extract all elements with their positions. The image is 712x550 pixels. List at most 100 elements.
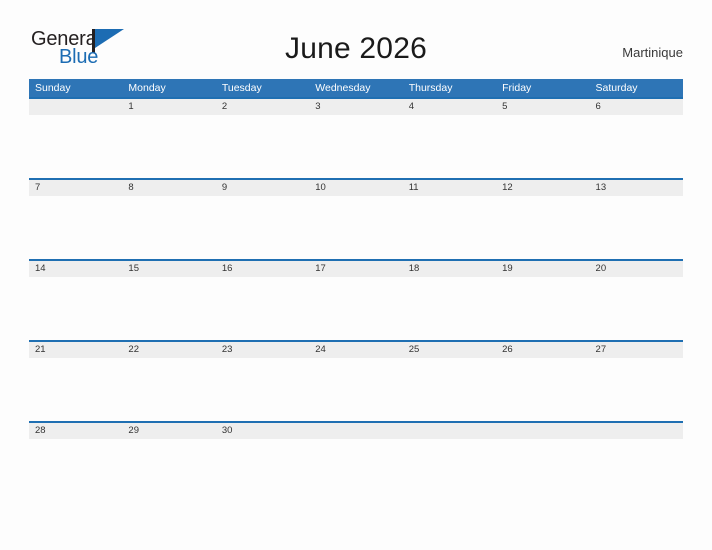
day-cell[interactable]: 23 [215,341,310,422]
calendar-week-row: 1 2 3 4 5 6 [29,97,683,178]
day-events-area[interactable] [216,439,309,503]
day-events-area[interactable] [590,439,683,503]
day-number-band [496,422,590,439]
calendar-week-row: 21 22 23 24 25 26 27 [29,340,683,421]
day-number: 25 [408,343,420,355]
day-cell[interactable] [589,422,683,503]
day-cell[interactable]: 26 [496,341,590,422]
day-cell[interactable] [402,422,497,503]
day-events-area[interactable] [590,277,683,341]
day-cell[interactable]: 27 [589,341,683,422]
weekday-header-monday: Monday [128,82,166,94]
day-number: 6 [595,100,601,112]
day-number: 12 [502,181,513,193]
day-cell[interactable] [309,422,403,503]
day-cell[interactable]: 14 [29,260,123,341]
day-events-area[interactable] [403,196,496,260]
day-events-area[interactable] [216,115,309,179]
weekday-header-tuesday: Tuesday [221,82,262,94]
day-events-area[interactable] [496,277,589,341]
day-events-area[interactable] [496,115,589,179]
day-number: 26 [502,343,513,355]
day-events-area[interactable] [216,196,309,260]
day-number: 1 [128,100,134,112]
day-cell[interactable] [496,422,590,503]
day-number: 13 [595,181,607,193]
day-events-area[interactable] [122,115,215,179]
day-number: 4 [408,100,414,112]
day-number: 7 [35,181,41,193]
day-cell[interactable]: 4 [402,98,497,179]
day-events-area[interactable] [29,358,122,422]
day-cell[interactable]: 28 [29,422,123,503]
day-cell[interactable]: 29 [122,422,216,503]
calendar-week-row: 28 29 30 [29,421,683,502]
day-events-area[interactable] [590,115,683,179]
day-cell[interactable]: 25 [402,341,497,422]
day-cell[interactable]: 19 [496,260,590,341]
day-number-band [29,98,123,115]
day-cell[interactable]: 20 [589,260,683,341]
day-cell[interactable]: 13 [589,179,683,260]
day-cell[interactable] [29,98,123,179]
day-cell[interactable]: 11 [402,179,497,260]
day-cell[interactable]: 8 [122,179,216,260]
day-events-area[interactable] [309,196,402,260]
day-number: 17 [315,262,326,274]
day-cell[interactable]: 17 [309,260,403,341]
day-events-area[interactable] [29,439,122,503]
day-cell[interactable]: 15 [122,260,216,341]
day-cell[interactable]: 3 [309,98,403,179]
day-events-area[interactable] [216,358,309,422]
day-events-area[interactable] [29,115,122,179]
page-title: June 2026 [285,32,427,65]
day-events-area[interactable] [403,358,496,422]
weekday-header-saturday: Saturday [595,82,638,94]
day-events-area[interactable] [496,358,589,422]
day-number: 29 [128,424,139,436]
day-number: 23 [221,343,233,355]
day-events-area[interactable] [122,439,215,503]
day-cell[interactable]: 22 [122,341,216,422]
day-number: 22 [128,343,139,355]
weekday-header-wednesday: Wednesday [315,82,371,94]
day-events-area[interactable] [309,115,402,179]
day-events-area[interactable] [122,277,215,341]
page-header: General Blue June 2026 Martinique [0,0,712,78]
day-cell[interactable]: 2 [215,98,310,179]
day-cell[interactable]: 10 [309,179,403,260]
day-number: 2 [221,100,228,112]
day-events-area[interactable] [403,277,496,341]
day-cell[interactable]: 12 [496,179,590,260]
day-events-area[interactable] [496,196,589,260]
day-cell[interactable]: 18 [402,260,497,341]
day-events-area[interactable] [590,196,683,260]
day-events-area[interactable] [122,358,215,422]
day-cell[interactable]: 6 [589,98,683,179]
day-number-band [309,422,403,439]
day-events-area[interactable] [216,277,309,341]
day-events-area[interactable] [29,196,122,260]
day-events-area[interactable] [309,358,402,422]
day-cell[interactable]: 7 [29,179,123,260]
day-events-area[interactable] [29,277,122,341]
day-cell[interactable]: 5 [496,98,590,179]
weekday-header-thursday: Thursday [408,82,453,94]
day-events-area[interactable] [590,358,683,422]
day-cell[interactable]: 21 [29,341,123,422]
day-number: 28 [35,424,46,436]
day-number: 5 [502,100,508,112]
day-number: 3 [315,100,321,112]
day-cell[interactable]: 9 [215,179,310,260]
day-cell[interactable]: 30 [215,422,310,503]
day-events-area[interactable] [122,196,215,260]
day-cell[interactable]: 16 [215,260,310,341]
day-number: 24 [315,343,326,355]
day-events-area[interactable] [403,439,496,503]
day-cell[interactable]: 1 [122,98,216,179]
day-events-area[interactable] [309,277,402,341]
day-cell[interactable]: 24 [309,341,403,422]
day-events-area[interactable] [403,115,496,179]
day-events-area[interactable] [496,439,589,503]
day-events-area[interactable] [309,439,402,503]
